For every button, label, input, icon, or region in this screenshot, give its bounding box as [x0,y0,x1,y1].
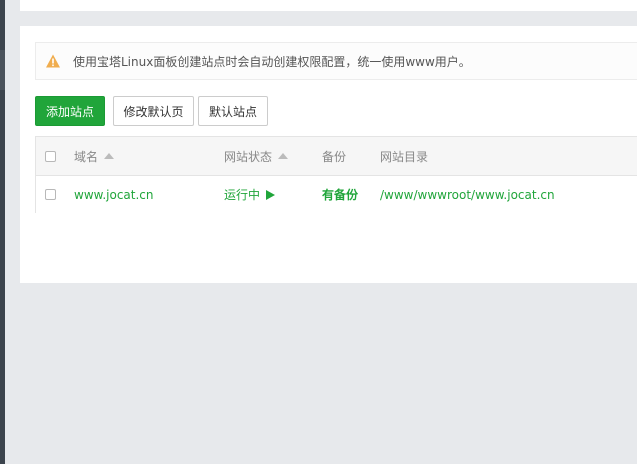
site-status-label: 运行中 [224,188,261,202]
row-select-cell [45,176,56,213]
warning-triangle-icon [46,54,60,68]
row-checkbox[interactable] [45,189,56,200]
site-backup-link[interactable]: 有备份 [322,176,358,213]
table-row: www.jocat.cn 运行中 有备份 /www/wwwroot/www.jo… [36,176,637,213]
sidebar-active-marker [0,50,5,90]
column-backup: 备份 [322,137,346,175]
sites-table: 域名 网站状态 备份 网站目录 www.jocat.cn 运行中 有备份 /ww… [35,136,637,213]
left-sidebar-edge [0,0,5,464]
top-panel [20,0,637,11]
permission-notice: 使用宝塔Linux面板创建站点时会自动创建权限配置，统一使用www用户。 [35,42,637,80]
default-site-button[interactable]: 默认站点 [198,96,268,126]
select-all-checkbox[interactable] [45,150,56,162]
column-status-label: 网站状态 [224,149,273,164]
column-directory-label: 网站目录 [380,149,429,164]
table-header: 域名 网站状态 备份 网站目录 [36,137,637,176]
add-site-button[interactable]: 添加站点 [35,96,105,126]
site-status[interactable]: 运行中 [224,176,276,213]
site-domain-link[interactable]: www.jocat.cn [74,176,154,213]
site-directory-link[interactable]: /www/wwwroot/www.jocat.cn [380,176,555,213]
select-all-cell [45,137,56,175]
column-backup-label: 备份 [322,149,347,164]
sort-ascending-icon [278,153,289,159]
notice-text: 使用宝塔Linux面板创建站点时会自动创建权限配置，统一使用www用户。 [73,54,471,69]
column-status[interactable]: 网站状态 [224,137,289,175]
site-management-panel: 使用宝塔Linux面板创建站点时会自动创建权限配置，统一使用www用户。 添加站… [20,26,637,283]
column-domain[interactable]: 域名 [74,137,115,175]
modify-default-page-button[interactable]: 修改默认页 [113,96,194,126]
play-icon [266,189,276,200]
column-domain-label: 域名 [74,149,99,164]
sort-ascending-icon [104,153,115,159]
column-directory: 网站目录 [380,137,428,175]
